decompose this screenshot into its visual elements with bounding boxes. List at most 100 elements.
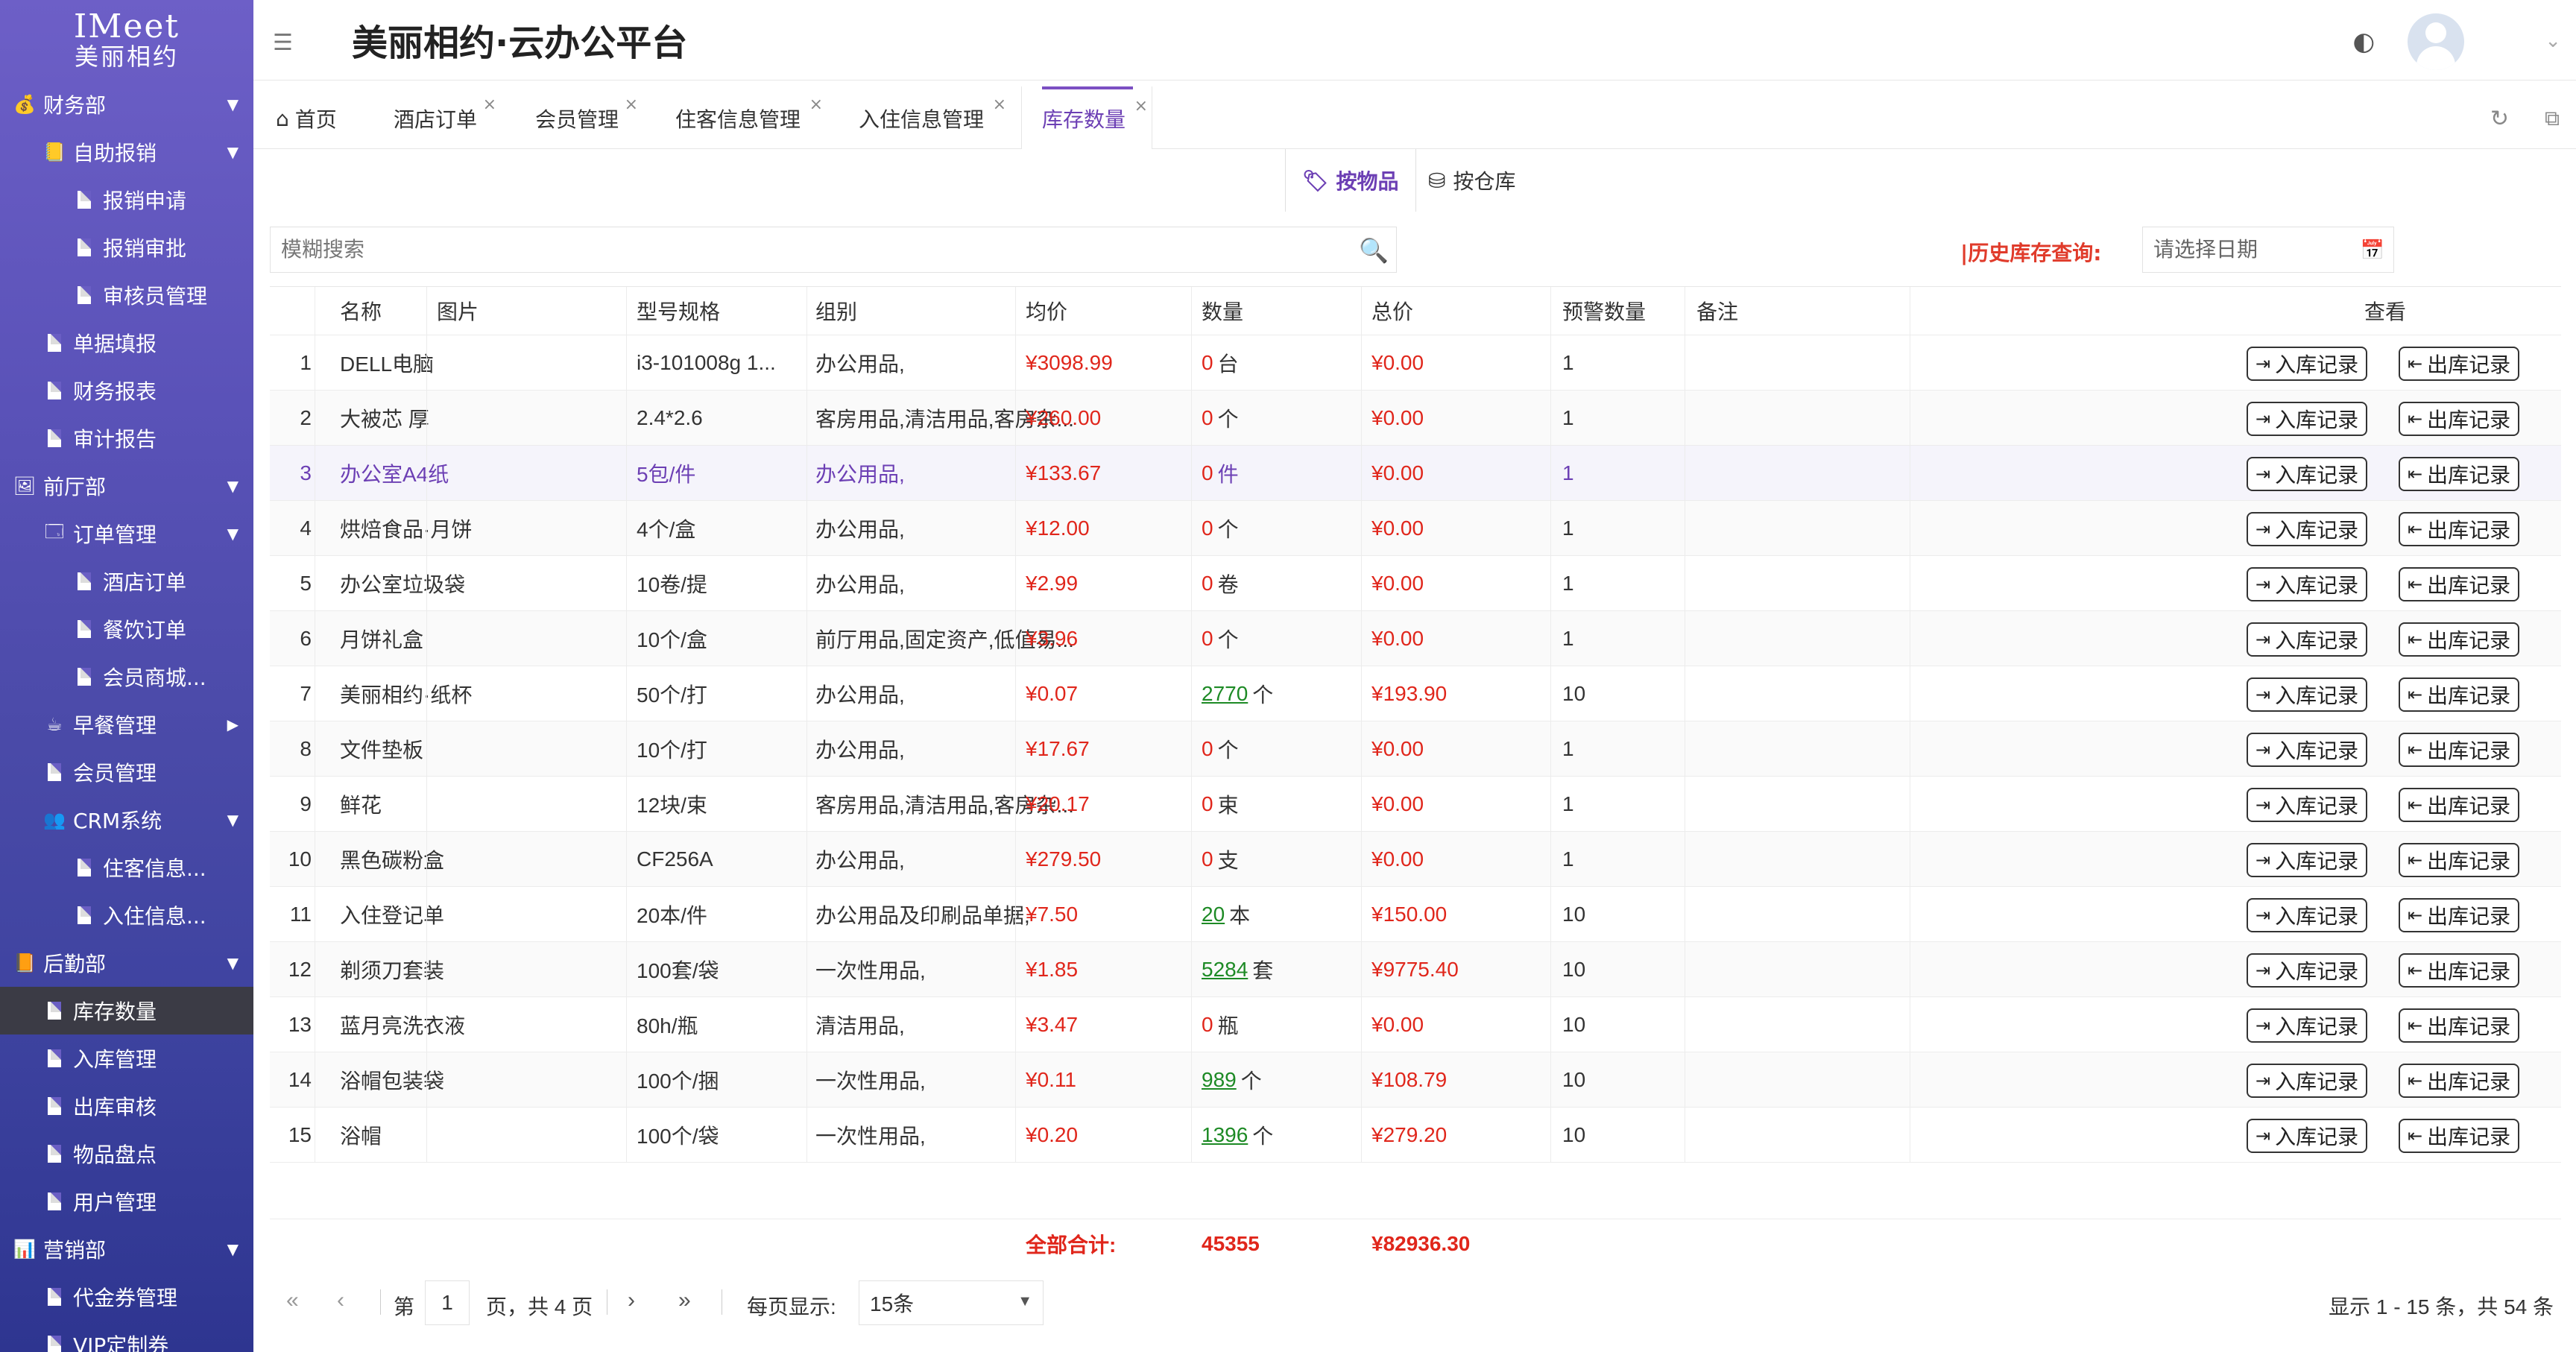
stock-out-record-button[interactable]: ⇤ 出库记录 (2399, 457, 2520, 491)
table-row[interactable]: 3 办公室A4纸 5包/件 办公用品, ¥133.67 0 件 ¥0.00 1 ⇥ 入库记录 ⇤ 出库记… (270, 446, 2561, 501)
quantity-link[interactable]: 1396 (1202, 1123, 1248, 1147)
sidebar-item[interactable]: 出库审核 (0, 1082, 253, 1130)
close-icon[interactable]: × (483, 95, 496, 114)
sidebar-item[interactable]: 报销审批 (0, 224, 253, 271)
prev-page-icon[interactable]: ‹ (337, 1288, 344, 1313)
sidebar-item[interactable]: 餐饮订单 (0, 605, 253, 653)
quantity-link[interactable]: 2770 (1202, 682, 1248, 706)
first-page-icon[interactable]: « (286, 1288, 299, 1313)
close-icon[interactable]: × (625, 95, 638, 114)
stock-in-record-button[interactable]: ⇥ 入库记录 (2247, 457, 2368, 491)
sidebar-item[interactable]: 代金券管理 (0, 1273, 253, 1321)
fullscreen-icon[interactable]: ⧉ (2545, 106, 2560, 131)
sidebar-item[interactable]: 单据填报 (0, 319, 253, 367)
theme-toggle-icon[interactable]: ◐ (2352, 27, 2375, 57)
stock-in-record-button[interactable]: ⇥ 入库记录 (2247, 1008, 2368, 1043)
stock-in-record-button[interactable]: ⇥ 入库记录 (2247, 1119, 2368, 1153)
stock-in-record-button[interactable]: ⇥ 入库记录 (2247, 843, 2368, 877)
stock-out-record-button[interactable]: ⇤ 出库记录 (2399, 788, 2520, 822)
table-row[interactable]: 13 蓝月亮洗衣液 80h/瓶 清洁用品, ¥3.47 0 瓶 ¥0.00 10 ⇥ 入库记录 ⇤ 出库… (270, 997, 2561, 1052)
date-input[interactable] (2143, 227, 2393, 272)
stock-out-record-button[interactable]: ⇤ 出库记录 (2399, 567, 2520, 601)
table-row[interactable]: 4 烘焙食品·月饼 4个/盒 办公用品, ¥12.00 0 个 ¥0.00 1 ⇥ 入库记录 ⇤ 出库记… (270, 501, 2561, 556)
stock-in-record-button[interactable]: ⇥ 入库记录 (2247, 622, 2368, 657)
stock-in-record-button[interactable]: ⇥ 入库记录 (2247, 1064, 2368, 1098)
hamburger-menu-icon[interactable]: ☰ (273, 30, 293, 56)
sidebar-item[interactable]: 报销申请 (0, 176, 253, 224)
table-row[interactable]: 11 入住登记单 20本/件 办公用品及印刷品单据, ¥7.50 20 本 ¥150.00 10… (270, 887, 2561, 942)
tab-item[interactable]: ⌂ 首页 (276, 88, 356, 149)
stock-in-record-button[interactable]: ⇥ 入库记录 (2247, 788, 2368, 822)
table-row[interactable]: 5 办公室垃圾袋 10卷/提 办公用品, ¥2.99 0 卷 ¥0.00 1 ⇥ 入库记录 ⇤ 出库记录 (270, 556, 2561, 611)
search-input[interactable] (271, 227, 1396, 272)
table-row[interactable]: 12 剃须刀套装 100套/袋 一次性用品, ¥1.85 5284 套 ¥9775.40 10 ⇥… (270, 942, 2561, 997)
stock-in-record-button[interactable]: ⇥ 入库记录 (2247, 347, 2368, 381)
stock-out-record-button[interactable]: ⇤ 出库记录 (2399, 347, 2520, 381)
stock-in-record-button[interactable]: ⇥ 入库记录 (2247, 733, 2368, 767)
table-row[interactable]: 15 浴帽 100个/袋 一次性用品, ¥0.20 1396 个 ¥279.20 10 ⇥ 入库记录… (270, 1108, 2561, 1163)
calendar-icon[interactable]: 📅 (2361, 239, 2384, 262)
tab-item[interactable]: 酒店订单 × (394, 88, 496, 149)
sidebar-item[interactable]: 🖼 前厅部 ▼ (0, 462, 253, 510)
search-icon[interactable]: 🔍 (1359, 236, 1389, 265)
tab-item[interactable]: 会员管理 × (535, 88, 638, 149)
user-dropdown-icon[interactable]: ⌄ (2545, 30, 2561, 52)
page-size-select[interactable]: 15条 ▼ (859, 1280, 1044, 1325)
sidebar-item[interactable]: VIP定制券 (0, 1321, 253, 1352)
quantity-link[interactable]: 989 (1202, 1068, 1237, 1092)
column-header[interactable]: 备注 (1696, 287, 1738, 335)
table-row[interactable]: 14 浴帽包装袋 100个/捆 一次性用品, ¥0.11 989 个 ¥108.79 10 ⇥ 入库… (270, 1052, 2561, 1108)
table-row[interactable]: 1 DELL电脑 i3-101008g 1... 办公用品, ¥3098.99 0 台 ¥0.… (270, 335, 2561, 391)
column-header[interactable]: 总价 (1371, 287, 1413, 335)
sidebar-item[interactable]: 👥 CRM系统 ▼ (0, 796, 253, 844)
stock-in-record-button[interactable]: ⇥ 入库记录 (2247, 512, 2368, 546)
tab-item[interactable]: 库存数量 × (1042, 86, 1148, 148)
column-header[interactable]: 查看 (2364, 287, 2406, 335)
sidebar-item[interactable]: 审核员管理 (0, 271, 253, 319)
stock-out-record-button[interactable]: ⇤ 出库记录 (2399, 402, 2520, 436)
close-icon[interactable]: × (809, 95, 823, 114)
page-number-input[interactable]: 1 (425, 1280, 470, 1325)
last-page-icon[interactable]: » (678, 1288, 691, 1313)
column-header[interactable]: 均价 (1026, 287, 1067, 335)
table-row[interactable]: 9 鲜花 12块/束 客房用品,清洁用品,客房杂... ¥20.17 0 束 ¥0.00 1 ⇥ 入… (270, 777, 2561, 832)
stock-out-record-button[interactable]: ⇤ 出库记录 (2399, 953, 2520, 988)
subtab-by-item[interactable]: 🏷 按物品 (1285, 149, 1416, 212)
sidebar-item[interactable]: 会员商城... (0, 653, 253, 701)
stock-out-record-button[interactable]: ⇤ 出库记录 (2399, 1119, 2520, 1153)
sidebar-item[interactable]: 📒 自助报销 ▼ (0, 128, 253, 176)
column-header[interactable]: 图片 (437, 287, 479, 335)
stock-in-record-button[interactable]: ⇥ 入库记录 (2247, 898, 2368, 932)
stock-out-record-button[interactable]: ⇤ 出库记录 (2399, 677, 2520, 712)
column-header[interactable]: 组别 (815, 287, 857, 335)
sidebar-item[interactable]: 财务报表 (0, 367, 253, 414)
sidebar-item[interactable]: 住客信息... (0, 844, 253, 891)
user-avatar[interactable] (2408, 13, 2464, 70)
table-row[interactable]: 6 月饼礼盒 10个/盒 前厅用品,固定资产,低值易... ¥3.96 0 个 ¥0.00 1 ⇥… (270, 611, 2561, 666)
stock-out-record-button[interactable]: ⇤ 出库记录 (2399, 733, 2520, 767)
sidebar-item[interactable]: 酒店订单 (0, 557, 253, 605)
stock-out-record-button[interactable]: ⇤ 出库记录 (2399, 1064, 2520, 1098)
stock-out-record-button[interactable]: ⇤ 出库记录 (2399, 843, 2520, 877)
quantity-link[interactable]: 20 (1202, 903, 1225, 926)
column-header[interactable]: 型号规格 (637, 287, 720, 335)
stock-out-record-button[interactable]: ⇤ 出库记录 (2399, 1008, 2520, 1043)
stock-in-record-button[interactable]: ⇥ 入库记录 (2247, 953, 2368, 988)
sidebar-item[interactable]: 审计报告 (0, 414, 253, 462)
sidebar-item[interactable]: 用户管理 (0, 1178, 253, 1225)
sidebar-item[interactable]: ☕ 早餐管理 ▶ (0, 701, 253, 748)
column-header[interactable]: 数量 (1202, 287, 1243, 335)
quantity-link[interactable]: 5284 (1202, 958, 1248, 982)
subtab-by-warehouse[interactable]: ⛁ 按仓库 (1428, 149, 1515, 212)
sidebar-item[interactable]: 会员管理 (0, 748, 253, 796)
sidebar-item[interactable]: 📙 后勤部 ▼ (0, 939, 253, 987)
table-row[interactable]: 7 美丽相约·纸杯 50个/打 办公用品, ¥0.07 2770 个 ¥193.90 10 ⇥ 入库… (270, 666, 2561, 721)
sidebar-item[interactable]: 💰 财务部 ▼ (0, 80, 253, 128)
tab-item[interactable]: 入住信息管理 × (859, 88, 1006, 149)
column-header[interactable]: 预警数量 (1562, 287, 1646, 335)
next-page-icon[interactable]: › (628, 1288, 635, 1313)
stock-out-record-button[interactable]: ⇤ 出库记录 (2399, 512, 2520, 546)
sidebar-item[interactable]: 入库管理 (0, 1034, 253, 1082)
close-icon[interactable]: × (993, 95, 1006, 114)
tab-item[interactable]: 住客信息管理 × (675, 88, 823, 149)
